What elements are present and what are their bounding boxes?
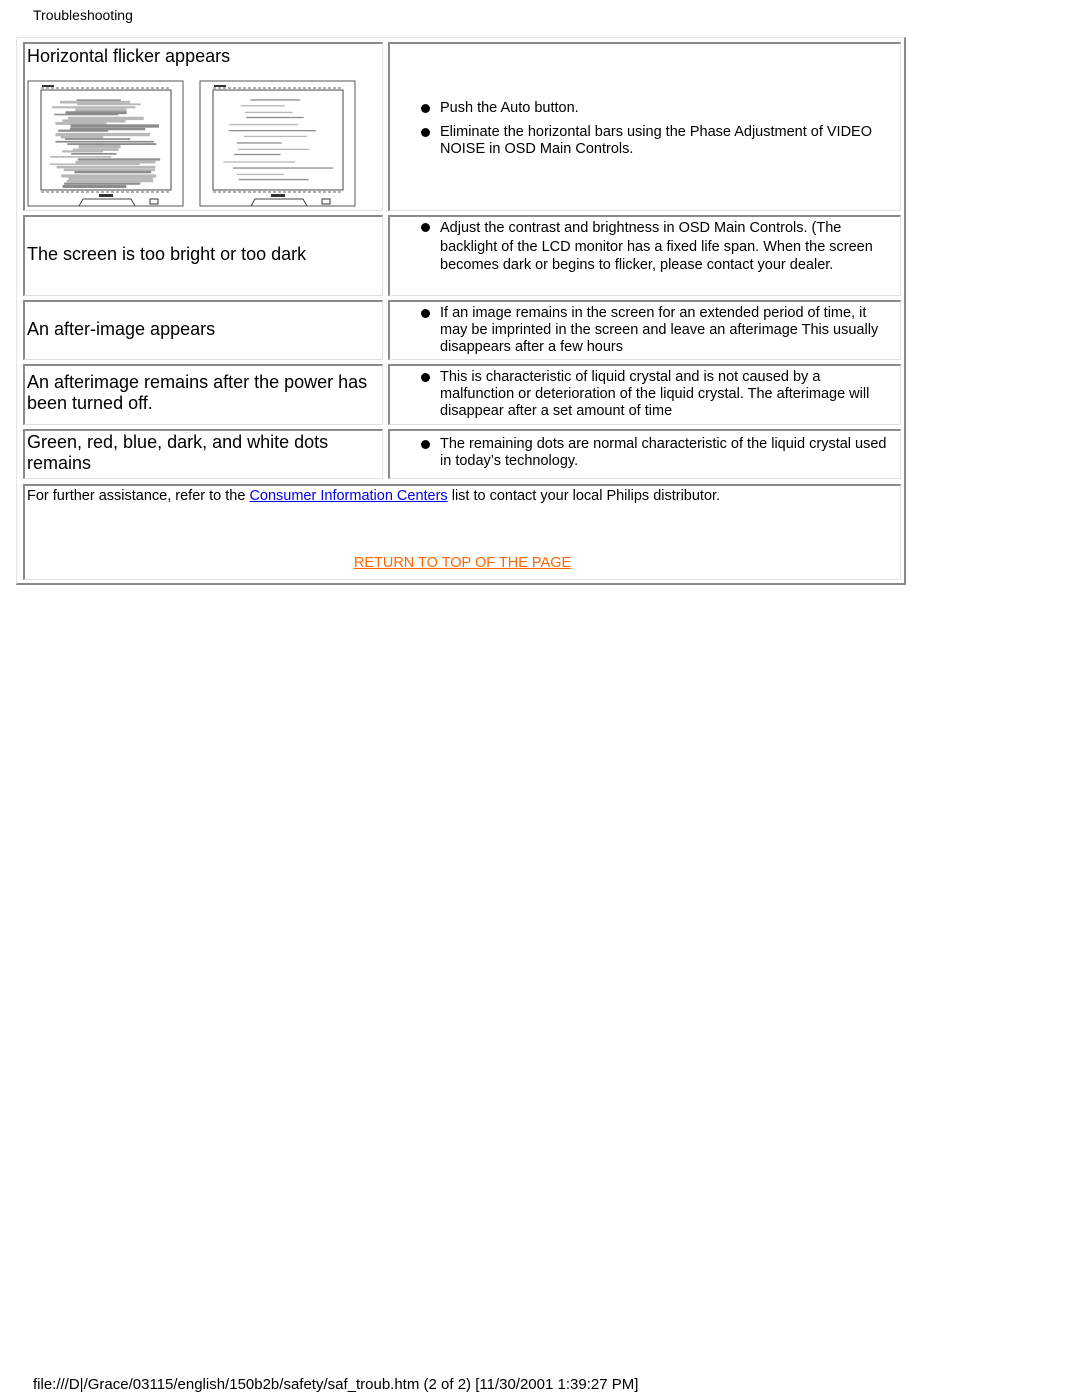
problem-cell: Green, red, blue, dark, and white dots r… — [23, 429, 383, 479]
flicker-bar — [67, 143, 157, 146]
flicker-bar — [238, 148, 310, 151]
flicker-bar — [236, 173, 285, 176]
flicker-bar — [58, 129, 109, 132]
monitor-clear-image — [199, 80, 356, 207]
solution-item: Eliminate the horizontal bars using the … — [390, 124, 900, 158]
solution-item: Push the Auto button. — [390, 100, 900, 117]
bullet-icon — [421, 128, 430, 137]
bullet-icon — [421, 440, 430, 449]
flicker-bar — [250, 99, 301, 101]
flicker-bar — [236, 142, 282, 144]
flicker-bar — [243, 135, 308, 138]
flicker-bar — [68, 176, 153, 180]
solution-list: If an image remains in the screen for an… — [390, 305, 900, 356]
flicker-bar — [55, 140, 154, 143]
return-to-top-link[interactable]: RETURN TO TOP OF THE PAGE — [354, 555, 571, 571]
solution-cell: If an image remains in the screen for an… — [388, 300, 901, 360]
troubleshooting-table: Horizontal flicker appears Push the Auto… — [16, 37, 906, 585]
flicker-bar — [244, 111, 293, 114]
flicker-bar — [50, 156, 112, 158]
problem-cell: An afterimage remains after the power ha… — [23, 364, 383, 425]
solution-cell: Adjust the contrast and brightness in OS… — [388, 215, 901, 296]
flicker-bar — [70, 124, 160, 128]
monitor-flicker-image — [27, 80, 184, 207]
assistance-cell: For further assistance, refer to the Con… — [23, 484, 901, 580]
flicker-bar — [234, 153, 281, 156]
assistance-note: For further assistance, refer to the Con… — [27, 488, 721, 504]
flicker-bar — [49, 163, 140, 166]
solution-list: Adjust the contrast and brightness in OS… — [390, 219, 900, 275]
flicker-bar — [75, 108, 127, 112]
flicker-bar — [223, 161, 296, 163]
flicker-bar — [60, 135, 104, 139]
solution-list: This is characteristic of liquid crystal… — [390, 369, 900, 420]
solution-item: This is characteristic of liquid crystal… — [390, 369, 900, 420]
problem-text: Horizontal flicker appears — [27, 46, 231, 66]
solution-cell: Push the Auto button. Eliminate the hori… — [388, 42, 901, 211]
solution-cell: The remaining dots are normal characteri… — [388, 429, 901, 479]
flicker-bar — [238, 178, 309, 181]
solution-item: If an image remains in the screen for an… — [390, 305, 900, 356]
flicker-bar — [228, 130, 317, 132]
problem-text: An after-image appears — [27, 319, 216, 339]
flicker-bar — [233, 167, 333, 169]
solution-cell: This is characteristic of liquid crystal… — [388, 364, 901, 425]
flicker-bar — [64, 182, 141, 185]
solution-item: The remaining dots are normal characteri… — [390, 436, 900, 470]
problem-text: Green, red, blue, dark, and white dots r… — [27, 432, 329, 473]
bullet-icon — [421, 373, 430, 382]
flicker-bar — [54, 113, 119, 116]
file-path-footer: file:///D|/Grace/03115/english/150b2b/sa… — [33, 1376, 639, 1393]
problem-cell: Horizontal flicker appears — [23, 42, 383, 211]
problem-cell: The screen is too bright or too dark — [23, 215, 383, 296]
page-header-title: Troubleshooting — [33, 7, 133, 23]
flicker-bar — [74, 170, 152, 174]
return-to-top-container: RETURN TO TOP OF THE PAGE — [25, 555, 900, 571]
flicker-bar — [78, 144, 121, 149]
flicker-bar — [62, 184, 127, 189]
problem-cell: An after-image appears — [23, 300, 383, 360]
consumer-information-centers-link[interactable]: Consumer Information Centers — [249, 488, 447, 504]
flicker-bar — [229, 123, 299, 126]
flicker-bar — [71, 152, 117, 155]
flicker-bar — [62, 150, 103, 153]
flicker-bar — [75, 160, 156, 164]
flicker-bar — [52, 106, 136, 109]
flicker-bar — [240, 105, 285, 107]
flicker-bar — [63, 168, 156, 172]
flicker-bar — [77, 103, 141, 106]
bullet-icon — [421, 104, 430, 113]
flicker-bar — [66, 180, 154, 183]
flicker-bar — [56, 165, 156, 169]
flicker-bar — [60, 100, 131, 104]
problem-text: An afterimage remains after the power ha… — [27, 372, 368, 413]
flicker-bar — [65, 138, 131, 140]
bullet-icon — [421, 309, 430, 318]
solution-list: Push the Auto button. Eliminate the hori… — [390, 100, 900, 158]
problem-text: The screen is too bright or too dark — [27, 244, 307, 264]
flicker-bar — [77, 158, 161, 161]
flicker-bar — [246, 116, 304, 119]
solution-item: Adjust the contrast and brightness in OS… — [390, 219, 900, 275]
bullet-icon — [421, 223, 430, 232]
solution-list: The remaining dots are normal characteri… — [390, 436, 900, 470]
